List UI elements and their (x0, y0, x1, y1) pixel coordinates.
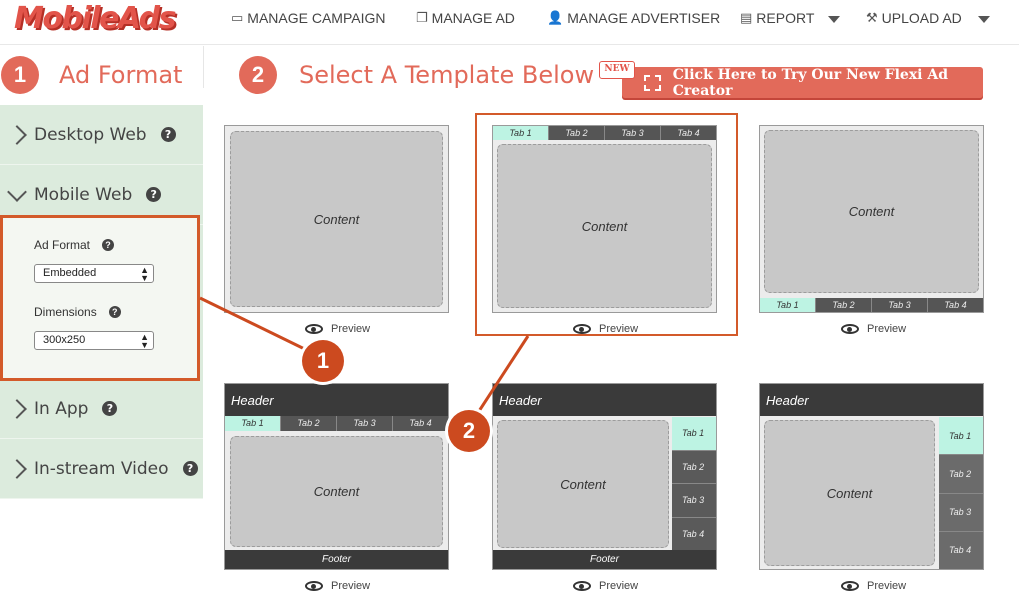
callout-connector-lines (199, 296, 530, 429)
callout-one-badge: 1 (302, 340, 344, 382)
callout-two-badge: 2 (448, 410, 490, 452)
